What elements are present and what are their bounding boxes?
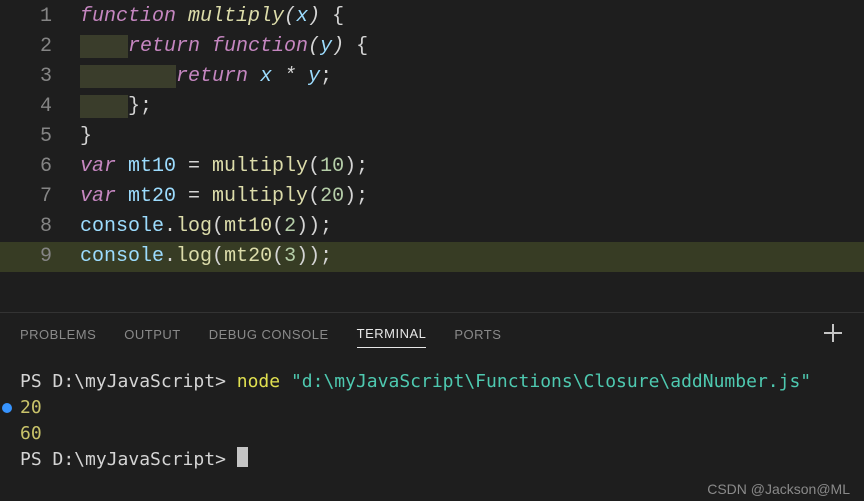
code-content[interactable]: return function(y) { — [80, 32, 864, 62]
workbench: 1function multiply(x) {2 return function… — [0, 0, 864, 501]
line-number: 4 — [0, 92, 80, 122]
panel-tab-problems[interactable]: PROBLEMS — [20, 319, 96, 348]
watermark-label: CSDN @Jackson@ML — [707, 481, 850, 497]
code-content[interactable]: } — [80, 122, 864, 152]
line-number: 8 — [0, 212, 80, 242]
line-number: 9 — [0, 242, 80, 272]
code-content[interactable]: return x * y; — [80, 62, 864, 92]
terminal-view[interactable]: PS D:\myJavaScript> node "d:\myJavaScrip… — [0, 353, 864, 501]
code-line[interactable]: 5} — [0, 122, 864, 152]
terminal-dot-marker — [2, 403, 12, 413]
editor-pane[interactable]: 1function multiply(x) {2 return function… — [0, 0, 864, 312]
code-content[interactable]: console.log(mt20(3)); — [80, 242, 864, 272]
panel-tab-debug-console[interactable]: DEBUG CONSOLE — [209, 319, 329, 348]
code-line[interactable]: 4 }; — [0, 92, 864, 122]
new-terminal-icon[interactable] — [822, 322, 844, 344]
line-number: 6 — [0, 152, 80, 182]
panel-tabs-row: PROBLEMS OUTPUT DEBUG CONSOLE TERMINAL PORTS — [0, 313, 864, 353]
code-line[interactable]: 2 return function(y) { — [0, 32, 864, 62]
code-line[interactable]: 9console.log(mt20(3)); — [0, 242, 864, 272]
terminal-output-line: 20 — [20, 395, 844, 421]
line-number: 2 — [0, 32, 80, 62]
terminal-output-line: 60 — [20, 421, 844, 447]
code-content[interactable]: var mt20 = multiply(20); — [80, 182, 864, 212]
terminal-line: PS D:\myJavaScript> node "d:\myJavaScrip… — [20, 369, 844, 395]
terminal-cursor — [237, 447, 248, 467]
code-content[interactable]: console.log(mt10(2)); — [80, 212, 864, 242]
terminal-prompt-line[interactable]: PS D:\myJavaScript> — [20, 447, 844, 473]
panel-tab-terminal[interactable]: TERMINAL — [357, 318, 427, 348]
code-line[interactable]: 3 return x * y; — [0, 62, 864, 92]
code-content[interactable]: function multiply(x) { — [80, 2, 864, 32]
line-number: 3 — [0, 62, 80, 92]
code-line[interactable]: 8console.log(mt10(2)); — [0, 212, 864, 242]
line-number: 1 — [0, 2, 80, 32]
panel-tab-ports[interactable]: PORTS — [454, 319, 501, 348]
line-number: 7 — [0, 182, 80, 212]
panel-actions — [822, 322, 844, 344]
code-line[interactable]: 7var mt20 = multiply(20); — [0, 182, 864, 212]
code-content[interactable]: var mt10 = multiply(10); — [80, 152, 864, 182]
code-content[interactable]: }; — [80, 92, 864, 122]
bottom-panel: PROBLEMS OUTPUT DEBUG CONSOLE TERMINAL PORTS… — [0, 312, 864, 501]
panel-tab-output[interactable]: OUTPUT — [124, 319, 180, 348]
line-number: 5 — [0, 122, 80, 152]
code-line[interactable]: 6var mt10 = multiply(10); — [0, 152, 864, 182]
code-line[interactable]: 1function multiply(x) { — [0, 2, 864, 32]
